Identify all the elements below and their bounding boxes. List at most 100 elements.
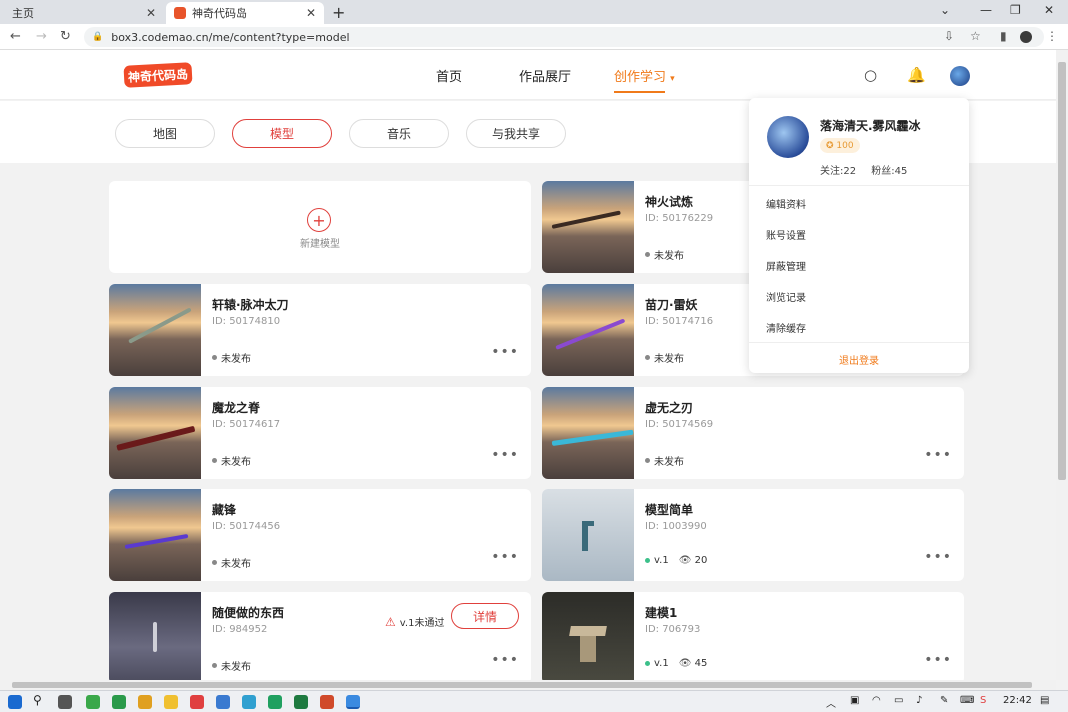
back-icon[interactable]: ← [10, 29, 21, 44]
new-tab-icon[interactable]: + [332, 3, 345, 22]
battery-icon[interactable]: ▭ [894, 695, 903, 706]
menu-icon[interactable]: ⋮ [1046, 29, 1058, 43]
close-window-icon[interactable]: ✕ [1044, 3, 1054, 17]
menu-history[interactable]: 浏览记录 [766, 289, 806, 304]
model-title: 随便做的东西 [212, 606, 285, 620]
more-icon[interactable]: ••• [491, 447, 519, 463]
menu-block-management[interactable]: 屏蔽管理 [766, 258, 806, 273]
app-icon[interactable] [190, 695, 204, 709]
excel-icon[interactable] [294, 695, 308, 709]
wechat-icon[interactable] [268, 695, 282, 709]
minimize-icon[interactable]: — [980, 3, 992, 17]
following-count[interactable]: 关注:22 [820, 166, 856, 177]
site-header: 神奇代码岛 首页 作品展厅 创作学习 ▾ ○ 🔔 [0, 50, 1056, 100]
more-icon[interactable]: ••• [491, 344, 519, 360]
horizontal-scrollbar[interactable] [0, 680, 1056, 690]
sidebar-icon[interactable]: ▮ [1000, 29, 1007, 43]
logo[interactable]: 神奇代码岛 [123, 62, 193, 88]
menu-clear-cache[interactable]: 清除缓存 [766, 320, 806, 335]
bell-icon[interactable]: 🔔 [907, 66, 926, 84]
search-icon[interactable]: ○ [864, 66, 877, 84]
app-icon[interactable] [138, 695, 152, 709]
close-icon[interactable]: ✕ [146, 6, 156, 20]
more-icon[interactable]: ••• [924, 447, 952, 463]
vertical-scrollbar[interactable] [1056, 50, 1068, 680]
ime-icon[interactable]: ⌨ [960, 695, 974, 706]
wifi-icon[interactable]: ◠ [872, 695, 881, 706]
model-card[interactable]: 魔龙之脊 ID: 50174617 未发布 ••• [109, 387, 531, 479]
model-thumbnail [542, 489, 634, 581]
status-text: 未发布 [654, 251, 684, 262]
filter-shared[interactable]: 与我共享 [466, 119, 566, 148]
reload-icon[interactable]: ↻ [60, 29, 71, 44]
clock[interactable]: 22:42 [1003, 695, 1032, 706]
avatar[interactable] [950, 66, 970, 86]
model-card[interactable]: 轩辕·脉冲太刀 ID: 50174810 未发布 ••• [109, 284, 531, 376]
tab-codemao[interactable]: 神奇代码岛 ✕ [166, 2, 324, 24]
more-icon[interactable]: ••• [924, 549, 952, 565]
model-thumbnail [109, 592, 201, 684]
menu-edit-profile[interactable]: 编辑资料 [766, 196, 806, 211]
detail-button[interactable]: 详情 [451, 603, 519, 629]
chevron-up-icon[interactable]: ︿ [826, 695, 836, 710]
model-card[interactable]: 模型简单 ID: 1003990 v.1 👁 20 ••• [542, 489, 964, 581]
powerpoint-icon[interactable] [320, 695, 334, 709]
model-title: 虚无之刃 [645, 401, 694, 415]
app-icon[interactable] [216, 695, 230, 709]
app-icon[interactable] [242, 695, 256, 709]
filter-model[interactable]: 模型 [232, 119, 332, 148]
logout-button[interactable]: 退出登录 [749, 352, 969, 367]
model-id: ID: 50176229 [645, 213, 714, 224]
search-icon[interactable]: ⚲ [33, 693, 42, 707]
user-avatar[interactable] [767, 116, 809, 158]
new-model-card[interactable]: + 新建模型 [109, 181, 531, 273]
more-icon[interactable]: ••• [491, 549, 519, 565]
model-card[interactable]: 藏锋 ID: 50174456 未发布 ••• [109, 489, 531, 581]
status-badge: 未发布 [212, 555, 251, 570]
model-title: 轩辕·脉冲太刀 [212, 298, 289, 312]
status-text: v.1 [654, 658, 669, 669]
tray-icon[interactable]: ▣ [850, 695, 859, 706]
notification-icon[interactable]: ▤ [1040, 695, 1049, 706]
filter-music[interactable]: 音乐 [349, 119, 449, 148]
model-title: 建模1 [645, 606, 678, 620]
app-icon[interactable] [112, 695, 126, 709]
windows-start-icon[interactable] [8, 695, 22, 709]
chrome-icon[interactable] [346, 695, 360, 709]
forward-icon[interactable]: → [36, 29, 47, 44]
folder-icon[interactable] [164, 695, 178, 709]
tab-home[interactable]: 主页 ✕ [4, 2, 164, 24]
task-view-icon[interactable] [58, 695, 72, 709]
sogou-icon[interactable]: S [980, 695, 986, 706]
model-card[interactable]: 随便做的东西 ID: 984952 ⚠ v.1未通过 详情 未发布 ••• [109, 592, 531, 684]
profile-avatar[interactable] [1020, 31, 1032, 43]
chevron-down-icon[interactable]: ⌄ [940, 3, 950, 17]
level-badge: ✪ 100 [820, 138, 860, 153]
filter-map[interactable]: 地图 [115, 119, 215, 148]
close-icon[interactable]: ✕ [306, 6, 316, 20]
star-icon[interactable]: ☆ [970, 29, 981, 43]
install-icon[interactable]: ⇩ [944, 29, 954, 43]
status-text: 未发布 [221, 354, 251, 365]
caret-down-icon: ▾ [670, 74, 675, 84]
new-model-label: 新建模型 [300, 239, 340, 250]
scrollbar-thumb[interactable] [1058, 62, 1066, 480]
app-icon[interactable] [86, 695, 100, 709]
volume-icon[interactable]: ♪ [916, 695, 922, 706]
model-card[interactable]: 建模1 ID: 706793 v.1 👁 45 ••• [542, 592, 964, 684]
warning-icon: ⚠ [385, 614, 396, 629]
menu-account-settings[interactable]: 账号设置 [766, 227, 806, 242]
model-card[interactable]: 虚无之刃 ID: 50174569 未发布 ••• [542, 387, 964, 479]
more-icon[interactable]: ••• [924, 652, 952, 668]
url-field[interactable]: 🔒 box3.codemao.cn/me/content?type=model … [84, 27, 1058, 47]
nav-gallery[interactable]: 作品展厅 [519, 66, 571, 85]
status-text: 未发布 [654, 354, 684, 365]
model-title: 神火试炼 [645, 195, 694, 209]
nav-create-learn[interactable]: 创作学习 ▾ [614, 66, 675, 93]
scrollbar-thumb[interactable] [12, 682, 1032, 688]
pen-icon[interactable]: ✎ [940, 695, 948, 706]
more-icon[interactable]: ••• [491, 652, 519, 668]
restore-icon[interactable]: ❐ [1010, 3, 1021, 17]
followers-count[interactable]: 粉丝:45 [871, 166, 907, 177]
nav-home[interactable]: 首页 [436, 66, 462, 85]
